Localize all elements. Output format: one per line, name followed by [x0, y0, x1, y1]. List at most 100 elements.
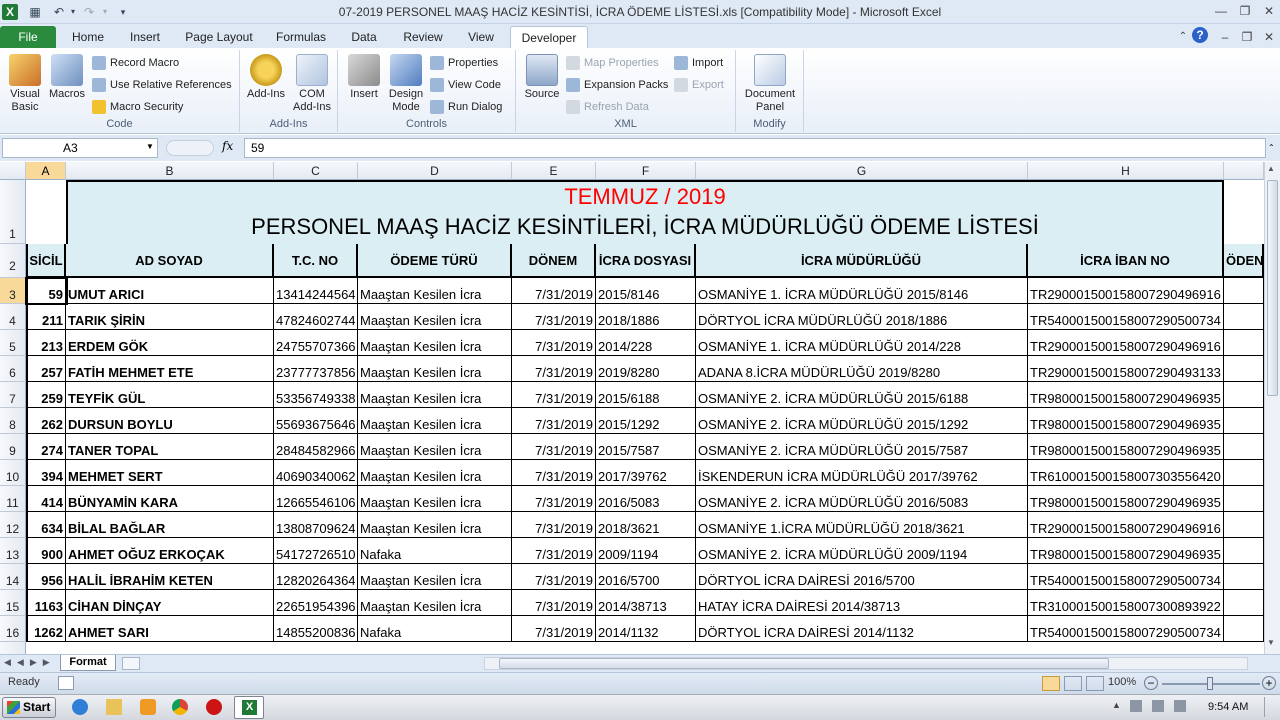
cell-odeme-turu[interactable]: Maaştan Kesilen İcra	[358, 512, 512, 538]
cell-ad-soyad[interactable]: CİHAN DİNÇAY	[66, 590, 274, 616]
cell-ad-soyad[interactable]: BÜNYAMİN KARA	[66, 486, 274, 512]
insert-control-button[interactable]: Insert	[342, 54, 386, 101]
insert-function-icon[interactable]: fx	[222, 139, 233, 153]
cell-ad-soyad[interactable]: AHMET SARI	[66, 616, 274, 642]
tab-file[interactable]: File	[0, 26, 56, 48]
cell-icra-iban[interactable]: TR540001500158007290500734	[1028, 304, 1224, 330]
cell-icra-dosyasi[interactable]: 2009/1194	[596, 538, 696, 564]
tab-formulas[interactable]: Formulas	[268, 26, 334, 48]
cell-icra-iban[interactable]: TR540001500158007290500734	[1028, 564, 1224, 590]
cell-odenen[interactable]	[1224, 330, 1264, 356]
cell-icra-mudurlugu[interactable]: OSMANİYE 1. İCRA MÜDÜRLÜĞÜ 2015/8146	[696, 278, 1028, 304]
cell-odeme-turu[interactable]: Nafaka	[358, 538, 512, 564]
col-header-b[interactable]: B	[66, 162, 274, 180]
cell-donem[interactable]: 7/31/2019	[512, 512, 596, 538]
cell-donem[interactable]: 7/31/2019	[512, 590, 596, 616]
map-properties-button[interactable]: Map Properties	[566, 54, 659, 72]
cell-odeme-turu[interactable]: Maaştan Kesilen İcra	[358, 460, 512, 486]
row-header[interactable]: 9	[0, 434, 26, 460]
cell-donem[interactable]: 7/31/2019	[512, 460, 596, 486]
restore-button[interactable]: ❐	[1234, 2, 1256, 20]
com-addins-button[interactable]: COM Add-Ins	[290, 54, 334, 114]
cell-icra-mudurlugu[interactable]: OSMANİYE 2. İCRA MÜDÜRLÜĞÜ 2015/7587	[696, 434, 1028, 460]
cell-sicil[interactable]: 956	[26, 564, 66, 590]
cell-donem[interactable]: 7/31/2019	[512, 538, 596, 564]
cell-ad-soyad[interactable]: AHMET OĞUZ ERKOÇAK	[66, 538, 274, 564]
cell-odeme-turu[interactable]: Maaştan Kesilen İcra	[358, 564, 512, 590]
cell-tc-no[interactable]: 40690340062	[274, 460, 358, 486]
tab-developer[interactable]: Developer	[510, 26, 588, 48]
cell-ad-soyad[interactable]: UMUT ARICI	[66, 278, 274, 304]
row-header[interactable]: 6	[0, 356, 26, 382]
cell-odenen[interactable]	[1224, 616, 1264, 642]
cell-icra-iban[interactable]: TR290001500158007290496916	[1028, 330, 1224, 356]
cell-ad-soyad[interactable]: FATİH MEHMET ETE	[66, 356, 274, 382]
cell-ad-soyad[interactable]: TARIK ŞİRİN	[66, 304, 274, 330]
col-header-e[interactable]: E	[512, 162, 596, 180]
vertical-scrollbar[interactable]: ▲ ▼	[1264, 162, 1280, 654]
opera-icon[interactable]	[206, 699, 222, 715]
cell-odenen[interactable]	[1224, 356, 1264, 382]
col-header-g[interactable]: G	[696, 162, 1028, 180]
internet-explorer-icon[interactable]	[72, 699, 88, 715]
cell-icra-dosyasi[interactable]: 2017/39762	[596, 460, 696, 486]
cell-tc-no[interactable]: 47824602744	[274, 304, 358, 330]
cell-icra-dosyasi[interactable]: 2015/8146	[596, 278, 696, 304]
cell-odeme-turu[interactable]: Maaştan Kesilen İcra	[358, 590, 512, 616]
help-icon[interactable]: ?	[1192, 27, 1208, 43]
page-layout-view-icon[interactable]	[1064, 676, 1082, 691]
macro-record-status-icon[interactable]	[58, 676, 74, 690]
cell-odenen[interactable]	[1224, 278, 1264, 304]
col-header-i[interactable]	[1224, 162, 1264, 180]
scroll-up-icon[interactable]: ▲	[1267, 164, 1275, 173]
cell-icra-iban[interactable]: TR980001500158007290496935	[1028, 382, 1224, 408]
cell-tc-no[interactable]: 13414244564	[274, 278, 358, 304]
cell-sicil[interactable]: 259	[26, 382, 66, 408]
row-header[interactable]: 16	[0, 616, 26, 642]
cell-odenen[interactable]	[1224, 408, 1264, 434]
source-button[interactable]: Source	[520, 54, 564, 101]
cell-icra-mudurlugu[interactable]: OSMANİYE 2. İCRA MÜDÜRLÜĞÜ 2015/1292	[696, 408, 1028, 434]
visual-basic-button[interactable]: Visual Basic	[4, 54, 46, 114]
cell-tc-no[interactable]: 14855200836	[274, 616, 358, 642]
cell-donem[interactable]: 7/31/2019	[512, 564, 596, 590]
cell-icra-dosyasi[interactable]: 2018/1886	[596, 304, 696, 330]
minimize-ribbon-icon[interactable]: ⌃	[1172, 28, 1194, 46]
cell-icra-iban[interactable]: TR540001500158007290500734	[1028, 616, 1224, 642]
cell-odenen[interactable]	[1224, 434, 1264, 460]
cell-icra-mudurlugu[interactable]: DÖRTYOL İCRA MÜDÜRLÜĞÜ 2018/1886	[696, 304, 1028, 330]
cell-icra-iban[interactable]: TR290001500158007290496916	[1028, 278, 1224, 304]
cell-odeme-turu[interactable]: Maaştan Kesilen İcra	[358, 486, 512, 512]
cell-icra-iban[interactable]: TR980001500158007290496935	[1028, 434, 1224, 460]
zoom-out-icon[interactable]: −	[1144, 676, 1158, 690]
zoom-in-icon[interactable]: +	[1262, 676, 1276, 690]
relative-references-button[interactable]: Use Relative References	[92, 76, 232, 94]
cell-sicil[interactable]: 274	[26, 434, 66, 460]
select-all-corner[interactable]	[0, 162, 26, 180]
worksheet-grid[interactable]: A B C D E F G H 1 2 TEMMUZ / 2019 PERSON…	[0, 162, 1264, 654]
addins-button[interactable]: Add-Ins	[244, 54, 288, 101]
folder-icon[interactable]	[106, 699, 122, 715]
minimize-button[interactable]: —	[1210, 2, 1232, 20]
cell-odeme-turu[interactable]: Nafaka	[358, 616, 512, 642]
cell-donem[interactable]: 7/31/2019	[512, 304, 596, 330]
cell-tc-no[interactable]: 54172726510	[274, 538, 358, 564]
cell-icra-mudurlugu[interactable]: İSKENDERUN İCRA MÜDÜRLÜĞÜ 2017/39762	[696, 460, 1028, 486]
cell-donem[interactable]: 7/31/2019	[512, 278, 596, 304]
cell-sicil[interactable]: 1262	[26, 616, 66, 642]
cell-donem[interactable]: 7/31/2019	[512, 356, 596, 382]
cell-donem[interactable]: 7/31/2019	[512, 616, 596, 642]
cell-icra-mudurlugu[interactable]: OSMANİYE 2. İCRA MÜDÜRLÜĞÜ 2009/1194	[696, 538, 1028, 564]
col-header-d[interactable]: D	[358, 162, 512, 180]
tab-data[interactable]: Data	[340, 26, 388, 48]
cell-tc-no[interactable]: 28484582966	[274, 434, 358, 460]
cell-tc-no[interactable]: 12820264364	[274, 564, 358, 590]
cell-icra-mudurlugu[interactable]: DÖRTYOL İCRA DAİRESİ 2014/1132	[696, 616, 1028, 642]
row-header[interactable]: 10	[0, 460, 26, 486]
cell-sicil[interactable]: 59	[26, 278, 66, 304]
cell-donem[interactable]: 7/31/2019	[512, 330, 596, 356]
properties-button[interactable]: Properties	[430, 54, 498, 72]
cell-tc-no[interactable]: 23777737856	[274, 356, 358, 382]
cell-odeme-turu[interactable]: Maaştan Kesilen İcra	[358, 408, 512, 434]
excel-taskbar-button[interactable]: X	[234, 696, 264, 719]
